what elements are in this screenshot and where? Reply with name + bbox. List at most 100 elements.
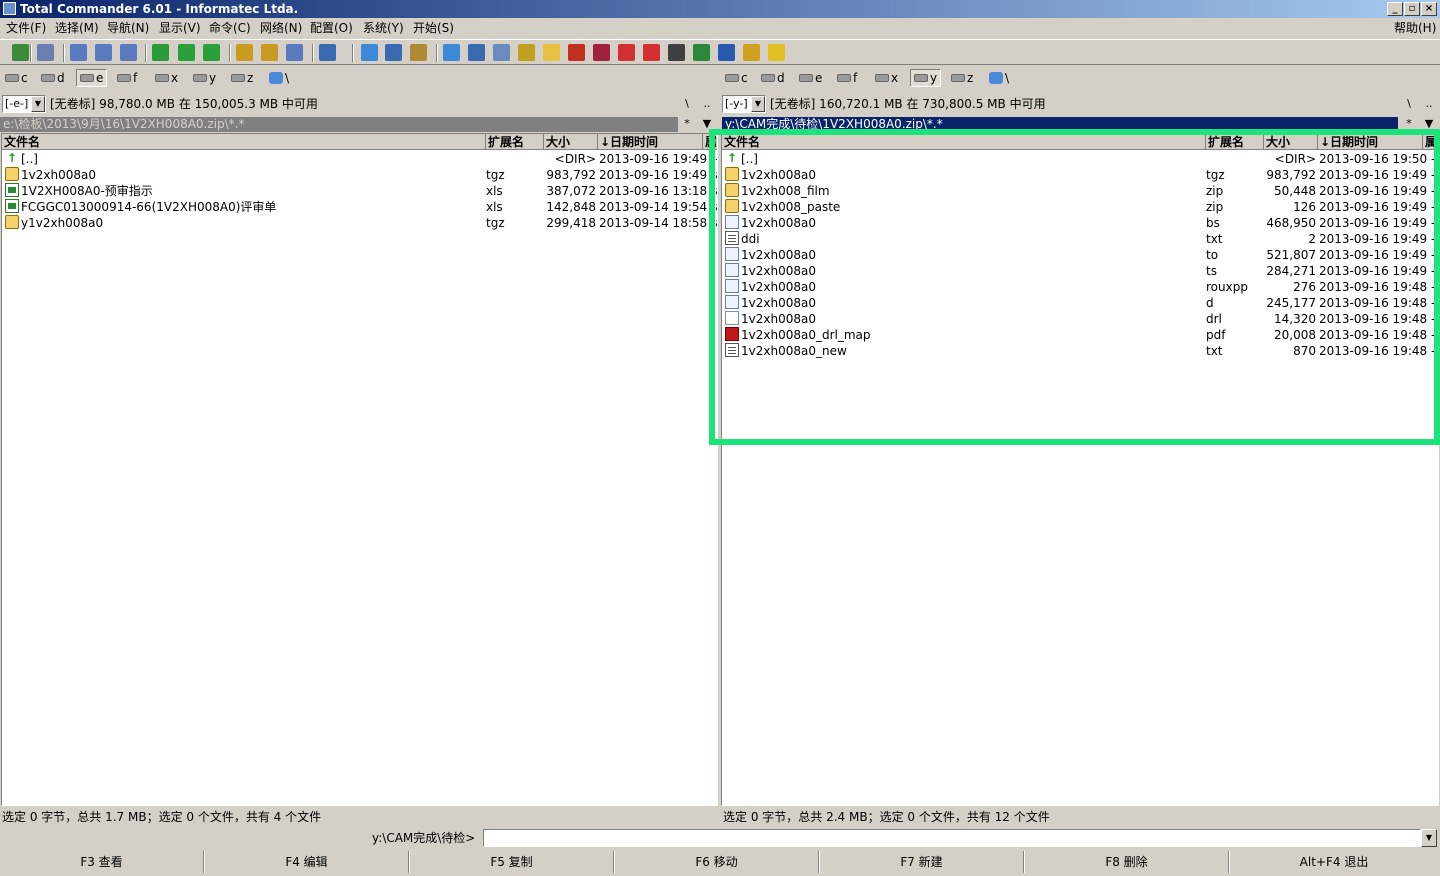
right-root-button[interactable]: \	[1400, 96, 1418, 112]
minimize-button[interactable]: _	[1387, 2, 1403, 16]
network-icon[interactable]	[361, 44, 378, 61]
file-row[interactable]: 1v2xh008a0 to 521,807 2013-09-16 19:49 -a	[722, 247, 1437, 263]
right-drive-f-button[interactable]: f	[834, 69, 860, 87]
left-filter-button[interactable]: *	[678, 116, 696, 132]
grid-icon[interactable]	[768, 44, 785, 61]
right-col-name[interactable]: 文件名	[722, 134, 1206, 150]
menu-commands[interactable]: 命令(C)	[209, 18, 251, 38]
left-drive-f-button[interactable]: f	[114, 69, 140, 87]
right-drive-combo[interactable]: [-y-] ▼	[722, 95, 766, 113]
file-row[interactable]: FCGGC013000914-66(1V2XH008A0)评审单 xls 142,8…	[2, 199, 717, 215]
brief-view-icon[interactable]	[70, 44, 87, 61]
menu-help[interactable]: 帮助(H)	[1394, 18, 1436, 38]
left-col-name[interactable]: 文件名	[2, 134, 486, 150]
menu-config[interactable]: 配置(O)	[310, 18, 353, 38]
file-row[interactable]: ↑ [..] <DIR> 2013-09-16 19:50 ----	[722, 151, 1437, 167]
refresh-icon[interactable]	[12, 44, 29, 61]
compare-icon[interactable]	[493, 44, 510, 61]
f3-view-button[interactable]: F3 查看	[0, 851, 204, 873]
apps-icon[interactable]	[568, 44, 585, 61]
menu-start[interactable]: 开始(S)	[413, 18, 454, 38]
cd-icon[interactable]	[518, 44, 535, 61]
right-drive-d-button[interactable]: d	[758, 69, 788, 87]
right-drive-e-button[interactable]: e	[796, 69, 825, 87]
file-row[interactable]: 1v2xh008a0 rouxpp 276 2013-09-16 19:48 -a	[722, 279, 1437, 295]
left-drive-y-button[interactable]: y	[190, 69, 219, 87]
menu-view[interactable]: 显示(V)	[159, 18, 201, 38]
left-col-ext[interactable]: 扩展名	[486, 134, 544, 150]
left-drive-x-button[interactable]: x	[152, 69, 181, 87]
left-drive-network-button[interactable]: \	[266, 69, 292, 87]
full-view-icon[interactable]	[95, 44, 112, 61]
menu-navigate[interactable]: 导航(N)	[107, 18, 149, 38]
right-drive-y-button[interactable]: y	[910, 69, 942, 87]
right-col-date[interactable]: ↓日期时间	[1318, 134, 1423, 150]
forward-icon[interactable]	[203, 44, 220, 61]
file-row[interactable]: 1v2xh008_film zip 50,448 2013-09-16 19:49 -…	[722, 183, 1437, 199]
f6-move-button[interactable]: F6 移动	[615, 851, 819, 873]
file-row[interactable]: 1v2xh008a0 drl 14,320 2013-09-16 19:48 -a	[722, 311, 1437, 327]
menu-select[interactable]: 选择(M)	[55, 18, 99, 38]
file-row[interactable]: 1v2xh008a0 ts 284,271 2013-09-16 19:49 -a	[722, 263, 1437, 279]
file-row[interactable]: 1v2xh008a0 tgz 983,792 2013-09-16 19:49 -a	[2, 167, 717, 183]
explorer-icon[interactable]	[743, 44, 760, 61]
right-col-size[interactable]: 大小	[1264, 134, 1318, 150]
left-col-date[interactable]: ↓日期时间	[598, 134, 703, 150]
unpack-icon[interactable]	[261, 44, 278, 61]
edit-icon[interactable]	[468, 44, 485, 61]
file-row[interactable]: 1v2xh008a0_drl_map pdf 20,008 2013-09-16 19…	[722, 327, 1437, 343]
command-input[interactable]	[483, 829, 1421, 847]
left-col-size[interactable]: 大小	[544, 134, 598, 150]
right-up-button[interactable]: ..	[1420, 96, 1438, 112]
menu-network[interactable]: 网络(N)	[260, 18, 302, 38]
f5-copy-button[interactable]: F5 复制	[410, 851, 614, 873]
file-row[interactable]: y1v2xh008a0 tgz 299,418 2013-09-14 18:58 -a	[2, 215, 717, 231]
f7-mkdir-button[interactable]: F7 新建	[820, 851, 1024, 873]
file-row[interactable]: ↑ [..] <DIR> 2013-09-16 19:49 --	[2, 151, 717, 167]
pdf-icon[interactable]	[643, 44, 660, 61]
left-history-button[interactable]: ▼	[698, 116, 716, 132]
right-path-bar[interactable]: y:\CAM完成\待检\1V2XH008A0.zip\*.*	[722, 117, 1398, 132]
left-path-bar[interactable]: e:\检板\2013\9月\16\1V2XH008A0.zip\*.*	[0, 117, 678, 132]
right-filter-button[interactable]: *	[1400, 116, 1418, 132]
menu-file[interactable]: 文件(F)	[6, 18, 46, 38]
back-icon[interactable]	[178, 44, 195, 61]
file-row[interactable]: 1v2xh008_paste zip 126 2013-09-16 19:49 -a	[722, 199, 1437, 215]
ftp-icon[interactable]	[286, 44, 303, 61]
command-history-dropdown[interactable]: ▼	[1421, 829, 1437, 847]
close-button[interactable]: ×	[1421, 2, 1437, 16]
file-row[interactable]: 1v2xh008a0_new txt 870 2013-09-16 19:48 -a	[722, 343, 1437, 359]
left-up-button[interactable]: ..	[698, 96, 716, 112]
right-drive-network-button[interactable]: \	[986, 69, 1012, 87]
excel-icon[interactable]	[693, 44, 710, 61]
f8-delete-button[interactable]: F8 删除	[1025, 851, 1229, 873]
word-icon[interactable]	[718, 44, 735, 61]
right-file-panel[interactable]: 文件名 扩展名 大小 ↓日期时间 属 ↑ [..] <DIR> 2013-09-16 …	[721, 133, 1439, 806]
alt-f4-exit-button[interactable]: Alt+F4 退出	[1230, 851, 1438, 873]
url-icon[interactable]	[385, 44, 402, 61]
right-col-ext[interactable]: 扩展名	[1206, 134, 1264, 150]
file-row[interactable]: 1V2XH008A0-预审指示 xls 387,072 2013-09-16 13:1…	[2, 183, 717, 199]
tree-view-icon[interactable]	[120, 44, 137, 61]
left-drive-combo[interactable]: [-e-] ▼	[2, 95, 46, 113]
file-row[interactable]: ddi txt 2 2013-09-16 19:49 -a	[722, 231, 1437, 247]
swap-panels-icon[interactable]	[152, 44, 169, 61]
left-drive-c-button[interactable]: c	[2, 69, 31, 87]
left-drive-e-button[interactable]: e	[76, 69, 108, 87]
right-drive-c-button[interactable]: c	[722, 69, 751, 87]
left-drive-z-button[interactable]: z	[228, 69, 256, 87]
acrobat-icon[interactable]	[618, 44, 635, 61]
right-drive-x-button[interactable]: x	[872, 69, 901, 87]
left-file-panel[interactable]: 文件名 扩展名 大小 ↓日期时间 属 ↑ [..] <DIR> 2013-09-16 …	[1, 133, 718, 806]
folder-icon[interactable]	[543, 44, 560, 61]
sync-icon[interactable]	[443, 44, 460, 61]
restore-button[interactable]: ▫	[1404, 2, 1420, 16]
right-history-button[interactable]: ▼	[1420, 116, 1438, 132]
file-row[interactable]: 1v2xh008a0 bs 468,950 2013-09-16 19:49 -a	[722, 215, 1437, 231]
file-row[interactable]: 1v2xh008a0 tgz 983,792 2013-09-16 19:49 -a	[722, 167, 1437, 183]
calc-icon[interactable]	[668, 44, 685, 61]
right-drive-z-button[interactable]: z	[948, 69, 976, 87]
pack-icon[interactable]	[236, 44, 253, 61]
left-col-attr[interactable]: 属	[703, 134, 717, 150]
left-drive-d-button[interactable]: d	[38, 69, 68, 87]
